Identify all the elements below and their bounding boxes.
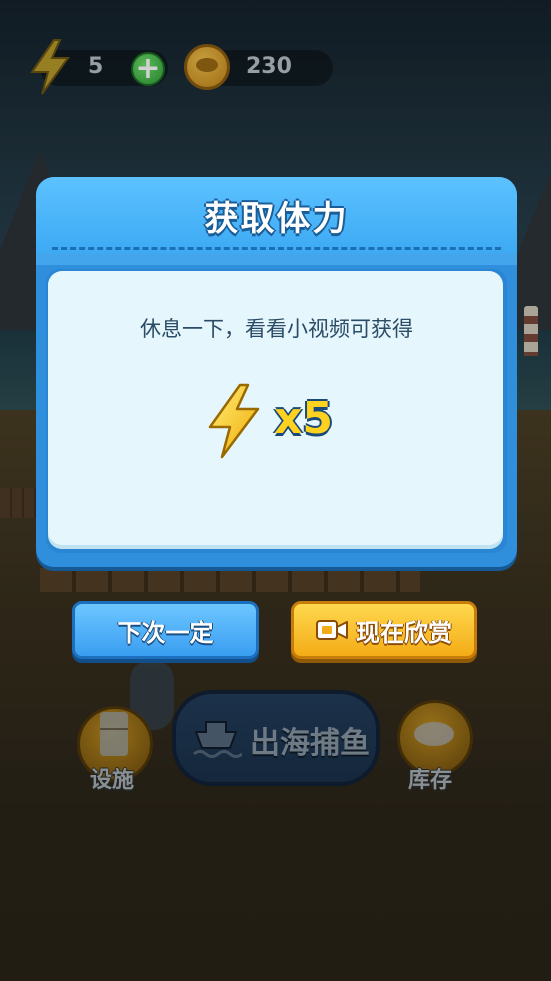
watch-video-button[interactable]: 现在欣赏 xyxy=(291,601,477,659)
dialog-header-strip xyxy=(36,253,517,265)
dialog-title: 获取体力 xyxy=(204,199,349,239)
dialog-description: 休息一下，看看小视频可获得 xyxy=(140,317,413,341)
dialog-header-divider xyxy=(52,247,501,250)
next-time-label: 下次一定 xyxy=(117,618,214,647)
video-camera-icon xyxy=(316,620,348,640)
lightning-bolt-icon xyxy=(208,383,260,459)
watch-video-label: 现在欣赏 xyxy=(356,618,452,647)
reward-amount: x5 xyxy=(274,393,333,444)
get-energy-dialog: 获取体力 休息一下，看看小视频可获得 x5 xyxy=(36,177,517,567)
next-time-button[interactable]: 下次一定 xyxy=(72,601,259,659)
